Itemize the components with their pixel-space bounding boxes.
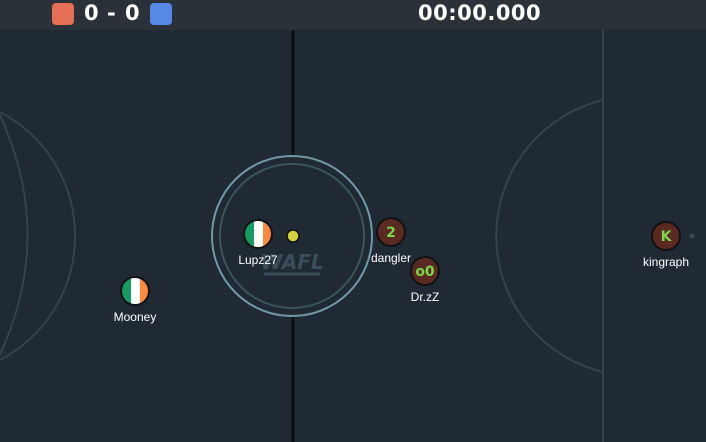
red-score: 0 bbox=[84, 1, 99, 25]
player-dangler-avatar: 2 bbox=[386, 225, 396, 241]
blue-score: 0 bbox=[125, 1, 140, 25]
player-lupz27-disc: 3 bbox=[243, 219, 273, 249]
player-dangler-disc: 2 bbox=[376, 217, 406, 247]
player-kingraph-avatar: K bbox=[661, 229, 673, 245]
red-team-indicator bbox=[52, 3, 74, 25]
player-lupz27-avatar: 3 bbox=[253, 228, 262, 243]
blue-team-indicator bbox=[150, 3, 172, 25]
ball bbox=[286, 229, 300, 243]
score-separator: - bbox=[107, 1, 116, 25]
player-name-label: Lupz27 bbox=[238, 253, 278, 267]
scoreboard-bar: 0 - 0 00:00.000 bbox=[0, 0, 706, 30]
player-name-label: Dr.zZ bbox=[410, 290, 440, 304]
player-mooney-disc: 2 bbox=[120, 276, 150, 306]
player-name-label: Mooney bbox=[113, 310, 157, 324]
game-field: WAFL 3 2 2 o0 K bbox=[0, 30, 706, 442]
match-timer: 00:00.000 bbox=[418, 1, 542, 25]
player-name-label: kingraph bbox=[642, 255, 690, 269]
kingraph-indicator-dot bbox=[689, 233, 695, 239]
player-drzz-avatar: o0 bbox=[415, 264, 435, 280]
player-name-label: dangler bbox=[370, 251, 412, 265]
player-mooney-avatar: 2 bbox=[130, 285, 139, 300]
